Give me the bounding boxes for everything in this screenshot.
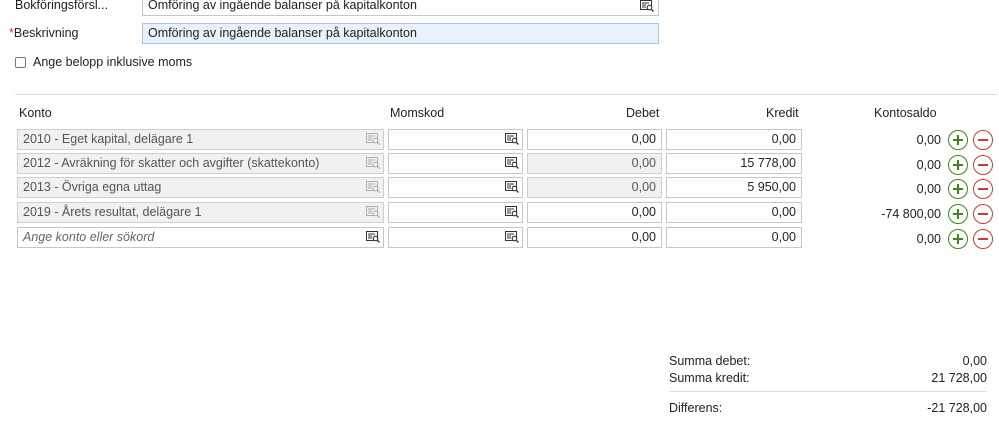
header-credit: Kredit	[766, 106, 799, 120]
proposal-field[interactable]: Omföring av ingående balanser på kapital…	[142, 0, 659, 16]
vat-lookup-icon[interactable]	[505, 157, 519, 169]
summary-diff-label: Differens:	[669, 401, 723, 415]
row-account: 2013 - Övriga egna uttag	[23, 180, 162, 194]
remove-row-button[interactable]	[973, 155, 993, 175]
description-label: Beskrivning	[13, 26, 79, 40]
summary-credit-value: 21 728,00	[931, 371, 987, 385]
new-account-input[interactable]: Ange konto eller sökord	[17, 227, 384, 248]
description-field[interactable]: Omföring av ingående balanser på kapital…	[142, 23, 659, 44]
header-balance: Kontosaldo	[874, 106, 937, 120]
add-row-button[interactable]	[948, 204, 968, 224]
row-balance: 0,00	[916, 182, 941, 196]
summary-debit-value: 0,00	[962, 354, 987, 368]
row-account: 2010 - Eget kapital, delägare 1	[23, 132, 194, 146]
form-divider	[15, 94, 997, 95]
remove-row-button[interactable]	[973, 130, 993, 150]
row-balance: 0,00	[916, 133, 941, 147]
header-vat-code: Momskod	[390, 106, 445, 120]
row-account: 2012 - Avräkning för skatter och avgifte…	[23, 156, 320, 170]
incl-vat-checkbox[interactable]	[15, 57, 26, 68]
account-lookup-icon[interactable]	[366, 231, 380, 243]
row-debit-field[interactable]: 0,00	[527, 177, 662, 198]
vat-lookup-icon[interactable]	[505, 206, 519, 218]
summary-credit-label: Summa kredit:	[669, 371, 750, 385]
row-vat-code-field[interactable]	[388, 202, 523, 223]
row-balance: -74 800,00	[881, 207, 941, 221]
account-lookup-icon	[366, 157, 380, 169]
account-lookup-icon	[366, 181, 380, 193]
row-vat-code-field[interactable]	[388, 177, 523, 198]
plus-icon	[953, 234, 963, 244]
plus-icon	[953, 135, 963, 145]
remove-row-button[interactable]	[973, 179, 993, 199]
add-row-button[interactable]	[948, 179, 968, 199]
summary-diff-value: -21 728,00	[927, 401, 987, 415]
summary-debit-label: Summa debet:	[669, 354, 751, 368]
row-balance: 0,00	[916, 158, 941, 172]
row-vat-code-field[interactable]	[388, 153, 523, 174]
plus-icon	[953, 209, 963, 219]
add-row-button[interactable]	[948, 130, 968, 150]
plus-icon	[953, 184, 963, 194]
new-debit-field[interactable]: 0,00	[527, 227, 662, 248]
row-account-field[interactable]: 2012 - Avräkning för skatter och avgifte…	[17, 153, 384, 174]
row-account-field[interactable]: 2019 - Årets resultat, delägare 1	[17, 202, 384, 223]
proposal-label: Bokföringsförsl...	[15, 0, 109, 12]
row-debit-field[interactable]: 0,00	[527, 153, 662, 174]
vat-lookup-icon[interactable]	[505, 231, 519, 243]
minus-icon	[978, 139, 988, 141]
description-value: Omföring av ingående balanser på kapital…	[148, 26, 417, 40]
row-account-field[interactable]: 2010 - Eget kapital, delägare 1	[17, 129, 384, 150]
proposal-lookup-icon[interactable]	[640, 0, 654, 12]
incl-vat-label: Ange belopp inklusive moms	[33, 55, 193, 69]
row-credit-field[interactable]: 0,00	[666, 129, 802, 150]
minus-icon	[978, 238, 988, 240]
description-label-wrap: *Beskrivning	[9, 26, 79, 40]
new-row-balance: 0,00	[916, 232, 941, 246]
remove-row-button[interactable]	[973, 204, 993, 224]
proposal-value: Omföring av ingående balanser på kapital…	[148, 0, 417, 12]
plus-icon	[953, 160, 963, 170]
row-vat-code-field[interactable]	[388, 129, 523, 150]
header-debit: Debet	[626, 106, 660, 120]
remove-row-button[interactable]	[973, 229, 993, 249]
new-account-placeholder: Ange konto eller sökord	[23, 230, 155, 244]
summary-divider	[669, 391, 987, 392]
vat-lookup-icon[interactable]	[505, 181, 519, 193]
account-lookup-icon	[366, 133, 380, 145]
minus-icon	[978, 188, 988, 190]
new-vat-code-field[interactable]	[388, 227, 523, 248]
row-account-field[interactable]: 2013 - Övriga egna uttag	[17, 177, 384, 198]
add-row-button[interactable]	[948, 229, 968, 249]
add-row-button[interactable]	[948, 155, 968, 175]
row-account: 2019 - Årets resultat, delägare 1	[23, 205, 202, 219]
minus-icon	[978, 213, 988, 215]
minus-icon	[978, 164, 988, 166]
header-account: Konto	[19, 106, 52, 120]
row-credit-field[interactable]: 15 778,00	[666, 153, 802, 174]
account-lookup-icon	[366, 206, 380, 218]
row-debit-field[interactable]: 0,00	[527, 202, 662, 223]
vat-lookup-icon[interactable]	[505, 133, 519, 145]
new-credit-field[interactable]: 0,00	[666, 227, 802, 248]
row-credit-field[interactable]: 5 950,00	[666, 177, 802, 198]
row-debit-field[interactable]: 0,00	[527, 129, 662, 150]
row-credit-field[interactable]: 0,00	[666, 202, 802, 223]
